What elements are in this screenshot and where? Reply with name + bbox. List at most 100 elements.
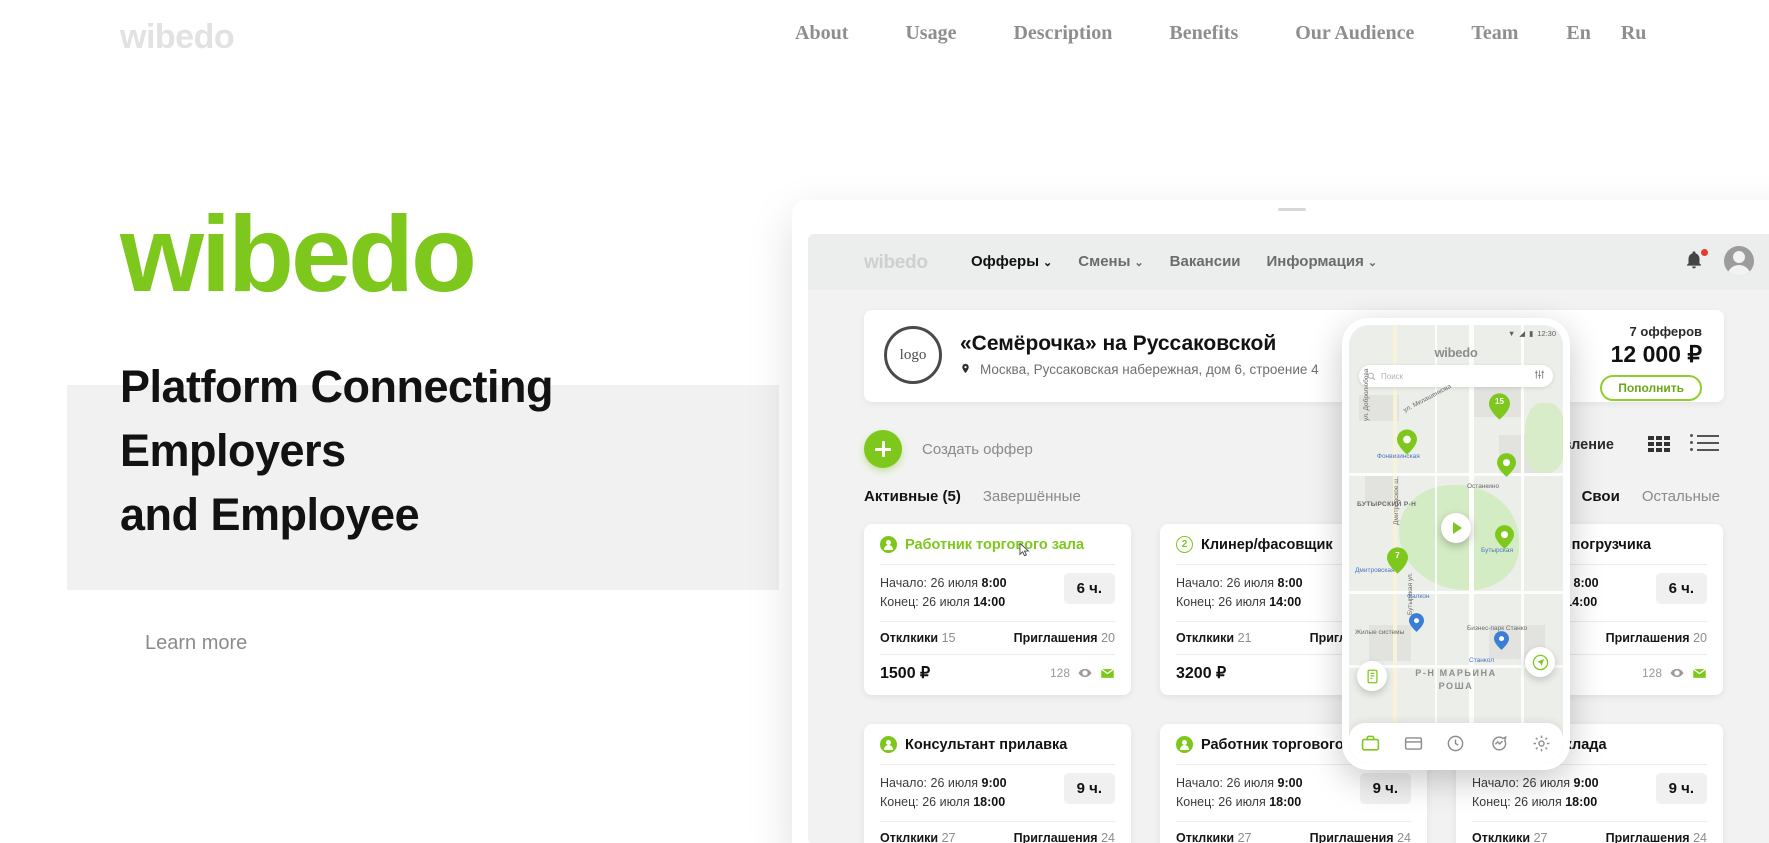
lang-switch-ru[interactable]: Ru xyxy=(1621,22,1647,45)
responses-count: 27 xyxy=(941,831,956,843)
play-button[interactable] xyxy=(1441,513,1471,543)
dashboard-menu-shifts[interactable]: Смены ⌄ xyxy=(1078,253,1143,270)
responses-count: 21 xyxy=(1237,631,1252,645)
start-label: Начало: xyxy=(880,576,928,590)
dashboard-menu-info[interactable]: Информация ⌄ xyxy=(1267,253,1378,270)
search-placeholder: Поиск xyxy=(1381,371,1404,381)
offer-duration: 9 ч. xyxy=(1063,773,1115,804)
settings-icon[interactable] xyxy=(1532,734,1551,753)
offer-cards-row: Работник торгового зала Начало: 26 июля … xyxy=(864,524,1724,695)
offer-duration: 6 ч. xyxy=(1063,573,1115,604)
dashboard-screen: wibedo Офферы ⌄ Смены ⌄ Вакансии Информаци… xyxy=(808,234,1769,843)
dashboard-menu-vacancies[interactable]: Вакансии xyxy=(1170,253,1241,270)
district-line-1: Р-Н МАРЬИНА xyxy=(1415,668,1497,678)
search-input[interactable]: Поиск xyxy=(1359,365,1553,387)
map-pin[interactable] xyxy=(1397,429,1419,457)
end-time: 18:00 xyxy=(1565,795,1598,809)
end-time: 14:00 xyxy=(1565,595,1598,609)
hero-logo: wibedo xyxy=(120,193,477,314)
dashboard-menu: Офферы ⌄ Смены ⌄ Вакансии Информация ⌄ xyxy=(971,253,1403,270)
clock-icon[interactable] xyxy=(1446,734,1465,753)
card-icon[interactable] xyxy=(1404,734,1423,753)
phone-bottom-nav xyxy=(1349,723,1563,763)
views-count: 128 xyxy=(1641,666,1662,680)
end-label: Конец: xyxy=(1472,795,1511,809)
end-date: 26 июля xyxy=(1514,795,1562,809)
nav-link-description[interactable]: Description xyxy=(1013,22,1112,45)
offer-title: Работник торгового зала xyxy=(905,536,1085,553)
map-pin[interactable] xyxy=(1409,613,1431,641)
start-time: 9:00 xyxy=(1573,776,1599,790)
dashboard-menu-shifts-label: Смены xyxy=(1078,253,1131,270)
tab-completed-offers[interactable]: Завершённые xyxy=(983,488,1081,505)
map-pin-count[interactable]: 7 xyxy=(1387,547,1409,575)
start-time: 9:00 xyxy=(1277,776,1303,790)
chevron-down-icon: ⌄ xyxy=(1043,257,1053,269)
avatar[interactable] xyxy=(1724,246,1754,276)
top-navigation: wibedo About Usage Description Benefits … xyxy=(0,0,1769,78)
tab-own-offers[interactable]: Свои xyxy=(1582,488,1620,505)
dashboard-menu-offers[interactable]: Офферы ⌄ xyxy=(971,253,1052,270)
offer-card[interactable]: Консультант прилавка Начало: 26 июля 9:0… xyxy=(864,724,1131,843)
map-label-district: БУТЫРСКИЙ Р-Н xyxy=(1357,501,1417,508)
offer-status-tabs: Активные (5) Завершённые xyxy=(864,488,1103,505)
grid-view-icon[interactable] xyxy=(1648,435,1670,454)
offer-stats: Отклкики 27 Приглашения 24 xyxy=(1176,822,1411,843)
phone-statusbar: ▼ ◢ ▮ 12:30 xyxy=(1349,325,1563,341)
map-pin[interactable] xyxy=(1495,525,1517,553)
end-label: Конец: xyxy=(880,595,919,609)
dashboard-logo[interactable]: wibedo xyxy=(864,252,928,274)
nav-link-team[interactable]: Team xyxy=(1471,22,1518,45)
wifi-icon: ▼ xyxy=(1507,328,1516,338)
lang-switch-en[interactable]: En xyxy=(1566,22,1590,45)
mail-icon[interactable] xyxy=(1100,666,1115,681)
invites-label: Приглашения xyxy=(1309,831,1394,843)
mail-icon[interactable] xyxy=(1692,666,1707,681)
briefcase-icon[interactable] xyxy=(1361,734,1380,753)
dashboard-mockup-window: wibedo Офферы ⌄ Смены ⌄ Вакансии Информаци… xyxy=(792,200,1769,843)
offer-title: Клинер/фасовщик xyxy=(1201,536,1333,553)
map-label-street: ул. Добролюбова xyxy=(1363,368,1370,421)
offer-cards-grid: Работник торгового зала Начало: 26 июля … xyxy=(864,524,1724,843)
offer-times: Начало: 26 июля 8:00 Конец: 26 июля 14:0… xyxy=(880,565,1115,621)
company-logo: logo xyxy=(884,326,942,384)
map-pin[interactable] xyxy=(1497,453,1519,481)
phone-screen: ▼ ◢ ▮ 12:30 wibedo Поиск Фонвизинская БУ… xyxy=(1349,325,1563,763)
create-offer-row[interactable]: Создать оффер xyxy=(864,430,1033,468)
nav-links: About Usage Description Benefits Our Aud… xyxy=(795,22,1676,45)
chat-icon[interactable] xyxy=(1489,734,1508,753)
nav-link-about[interactable]: About xyxy=(795,22,848,45)
tab-other-offers[interactable]: Остальные xyxy=(1642,488,1720,505)
responses-count: 15 xyxy=(941,631,956,645)
notification-dot xyxy=(1701,249,1708,256)
invites-count: 24 xyxy=(1101,831,1115,843)
map-pin-count[interactable]: 15 xyxy=(1489,393,1511,421)
list-view-icon[interactable] xyxy=(1690,434,1720,455)
tab-active-offers[interactable]: Активные (5) xyxy=(864,488,961,505)
plus-icon[interactable] xyxy=(864,430,902,468)
map-pin-count-value: 15 xyxy=(1495,397,1504,406)
nav-link-usage[interactable]: Usage xyxy=(905,22,956,45)
landing-page: wibedo About Usage Description Benefits … xyxy=(0,0,1769,843)
notification-bell-icon[interactable] xyxy=(1684,249,1708,272)
start-date: 26 июля xyxy=(1226,776,1275,790)
topup-button[interactable]: Пополнить xyxy=(1600,375,1702,401)
learn-more-link[interactable]: Learn more xyxy=(145,632,247,655)
page-title: Platform Connecting Employers and Employ… xyxy=(120,355,554,547)
nav-link-benefits[interactable]: Benefits xyxy=(1169,22,1238,45)
offer-card[interactable]: Работник торгового зала Начало: 26 июля … xyxy=(864,524,1131,695)
filter-icon[interactable] xyxy=(1534,369,1545,380)
start-time: 8:00 xyxy=(981,576,1007,590)
invites-count: 20 xyxy=(1693,631,1707,645)
end-label: Конец: xyxy=(1176,795,1215,809)
start-date: 26 июля xyxy=(930,776,979,790)
nav-link-our-audience[interactable]: Our Audience xyxy=(1295,22,1414,45)
map-canvas[interactable] xyxy=(1349,325,1563,763)
start-date: 26 июля xyxy=(1226,576,1275,590)
header-logo[interactable]: wibedo xyxy=(120,18,235,57)
map-pin[interactable] xyxy=(1494,631,1516,659)
end-time: 18:00 xyxy=(973,795,1006,809)
eye-icon xyxy=(1078,666,1092,680)
map-label-place: Останкино xyxy=(1467,483,1500,490)
end-time: 18:00 xyxy=(1269,795,1302,809)
